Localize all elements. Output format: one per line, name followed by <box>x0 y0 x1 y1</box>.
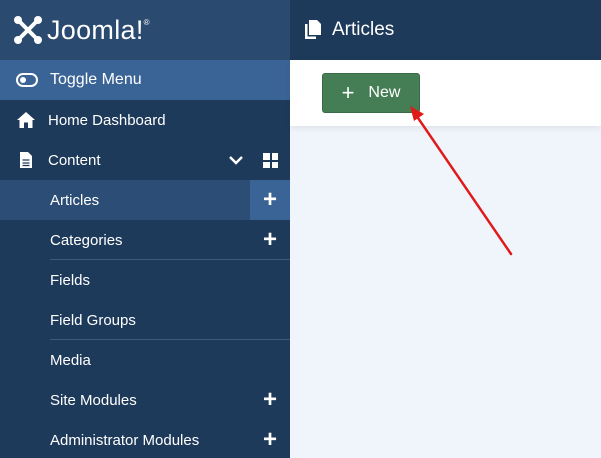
toolbar: + New <box>290 60 601 126</box>
toggle-menu-button[interactable]: Toggle Menu <box>0 60 290 100</box>
brand-logo[interactable]: Joomla!® <box>0 0 290 60</box>
plus-icon: + <box>341 80 355 105</box>
new-button[interactable]: + New <box>322 73 420 113</box>
sidebar-item-label: Field Groups <box>50 311 136 329</box>
sidebar-item-label: Administrator Modules <box>50 431 200 449</box>
add-category-icon[interactable]: + <box>250 220 290 260</box>
chevron-down-icon[interactable] <box>228 152 244 168</box>
copy-icon <box>305 20 321 39</box>
dashboard-grid-icon[interactable] <box>263 153 278 168</box>
joomla-logo-icon <box>14 16 42 44</box>
add-article-icon[interactable]: + <box>250 180 290 220</box>
toggle-menu-label: Toggle Menu <box>50 71 142 88</box>
add-site-module-icon[interactable]: + <box>250 380 290 420</box>
sidebar-item-label: Home Dashboard <box>48 111 166 129</box>
sidebar-item-content[interactable]: Content <box>0 140 290 180</box>
toggle-icon <box>16 73 38 87</box>
sidebar-item-label: Site Modules <box>50 391 137 409</box>
sidebar: Joomla!® Toggle Menu Home Dashboard Cont… <box>0 0 290 458</box>
sidebar-item-label: Articles <box>50 191 100 209</box>
sidebar-item-home-dashboard[interactable]: Home Dashboard <box>0 100 290 140</box>
page-title: Articles <box>332 19 395 40</box>
sidebar-item-label: Categories <box>50 231 123 249</box>
sidebar-item-site-modules[interactable]: Site Modules + <box>0 380 290 420</box>
sidebar-item-label: Content <box>48 151 101 169</box>
page-header: Articles <box>290 0 601 60</box>
sidebar-item-field-groups[interactable]: Field Groups <box>0 300 290 340</box>
sidebar-item-label: Fields <box>50 271 91 289</box>
sidebar-item-fields[interactable]: Fields <box>0 260 290 300</box>
sidebar-item-articles[interactable]: Articles + <box>0 180 290 220</box>
sidebar-item-administrator-modules[interactable]: Administrator Modules + <box>0 420 290 458</box>
home-icon <box>16 110 36 130</box>
sidebar-item-media[interactable]: Media <box>0 340 290 380</box>
brand-name: Joomla!® <box>47 14 150 45</box>
new-button-label: New <box>368 84 401 101</box>
sidebar-item-label: Media <box>50 351 91 369</box>
sidebar-item-categories[interactable]: Categories + <box>0 220 290 260</box>
file-icon <box>16 150 36 170</box>
add-administrator-module-icon[interactable]: + <box>250 420 290 458</box>
